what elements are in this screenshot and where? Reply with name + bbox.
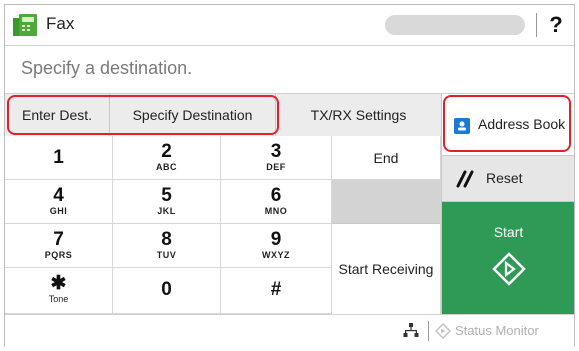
start-receiving-button[interactable]: Start Receiving	[332, 224, 441, 314]
key-letters: JKL	[157, 206, 176, 216]
key-letters: MNO	[264, 206, 288, 216]
highlight-tabs	[7, 95, 279, 135]
key-digit: 9	[270, 229, 282, 250]
destination-placeholder: Specify a destination.	[21, 58, 193, 78]
key-digit: 0	[161, 279, 172, 300]
diamond-start-icon	[492, 252, 526, 286]
key-digit: 5	[161, 185, 172, 206]
key-digit: #	[270, 279, 282, 300]
key-letters: WXYZ	[262, 250, 290, 260]
key-3[interactable]: 3 DEF	[221, 136, 332, 180]
key-2[interactable]: 2 ABC	[113, 136, 221, 180]
key-1[interactable]: 1	[5, 136, 113, 180]
key-4[interactable]: 4 GHI	[5, 180, 113, 224]
key-letters: GHI	[49, 206, 68, 216]
highlight-address-book	[443, 95, 571, 152]
key-letters: PQRS	[44, 250, 73, 260]
key-0[interactable]: 0	[113, 268, 221, 314]
key-star-tone[interactable]: ✱ Tone	[5, 268, 113, 314]
fax-screen: Fax ? Specify a destination. Enter Dest.…	[4, 4, 575, 347]
key-hash[interactable]: #	[221, 268, 332, 314]
key-digit: 4	[53, 185, 64, 206]
key-6[interactable]: 6 MNO	[221, 180, 332, 224]
key-digit: 6	[270, 185, 282, 206]
key-digit: 7	[53, 229, 64, 250]
key-digit: 8	[161, 229, 172, 250]
blank-button	[332, 180, 441, 224]
key-digit: 1	[53, 147, 64, 168]
start-label: Start	[493, 224, 524, 240]
key-letters: Tone	[48, 294, 69, 304]
reset-button[interactable]: Reset	[441, 156, 574, 202]
numeric-keypad: 1 2 ABC 3 DEF 4 GHI 5 JKL 6 MNO 7 PQRS 8 TUV 9W…	[5, 136, 332, 314]
app-title: Fax	[46, 14, 75, 33]
key-letters: ABC	[156, 162, 177, 172]
title-bar: Fax ?	[5, 5, 574, 46]
start-button[interactable]: Start	[441, 202, 574, 314]
destination-field[interactable]: Specify a destination.	[5, 46, 574, 94]
reset-label: Reset	[486, 170, 523, 186]
title-divider	[536, 13, 537, 37]
double-slash-reset-icon	[456, 170, 474, 188]
key-5[interactable]: 5 JKL	[113, 180, 221, 224]
status-monitor-button[interactable]: Status Monitor	[455, 323, 539, 338]
network-icon[interactable]	[403, 322, 419, 338]
key-digit: 2	[161, 141, 172, 162]
help-button[interactable]: ?	[542, 9, 570, 41]
key-digit: 3	[270, 141, 282, 162]
tab-tx-rx-settings[interactable]: TX/RX Settings	[276, 94, 441, 136]
end-button[interactable]: End	[332, 136, 441, 180]
fax-machine-icon	[13, 14, 37, 36]
status-divider	[428, 321, 429, 341]
status-bar: Status Monitor	[5, 314, 574, 347]
key-8[interactable]: 8 TUV	[113, 224, 221, 268]
key-letters: DEF	[266, 162, 286, 172]
key-9[interactable]: 9 WXYZ	[221, 224, 332, 268]
key-letters: TUV	[156, 250, 177, 260]
side-buttons: End Start Receiving	[332, 136, 441, 314]
status-pill	[385, 15, 525, 35]
key-7[interactable]: 7 PQRS	[5, 224, 113, 268]
status-monitor-icon	[435, 323, 451, 339]
key-digit: ✱	[50, 273, 67, 294]
